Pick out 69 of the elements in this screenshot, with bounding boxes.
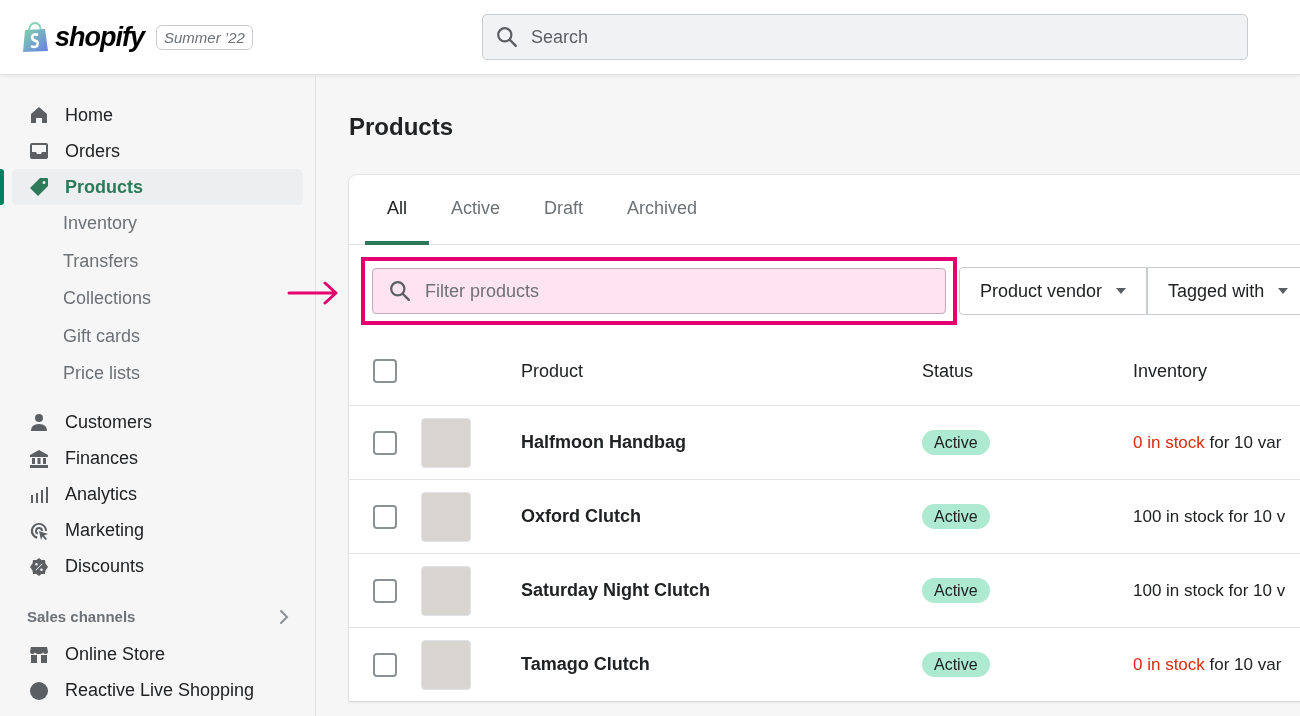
edition-badge: Summer ’22 [156, 24, 253, 50]
tab[interactable]: Archived [605, 175, 720, 245]
annotation-arrow [287, 281, 339, 305]
inventory-text: 0 in stock for 10 var [1133, 433, 1282, 452]
sidebar-item[interactable]: Home [12, 97, 303, 133]
sidebar-subitem[interactable]: Transfers [0, 242, 303, 280]
status-badge: Active [922, 652, 990, 677]
photo-placeholder [421, 417, 471, 468]
discount-badge-icon [29, 556, 49, 577]
sidebar-item[interactable]: Products [12, 169, 303, 205]
sidebar-item[interactable]: Analytics [12, 476, 303, 513]
home-icon [29, 105, 49, 125]
filter-dropdown-button[interactable]: Tagged with [1147, 267, 1300, 315]
sidebar-item[interactable]: Discounts [12, 548, 303, 585]
product-name[interactable]: Tamago Clutch [521, 654, 650, 674]
page-title: Products [349, 113, 454, 141]
inventory-text: 0 in stock for 10 var [1133, 655, 1282, 674]
select-all-checkbox[interactable] [373, 359, 397, 383]
status-badge: Active [922, 430, 990, 455]
sidebar-subitem[interactable]: Price lists [0, 355, 303, 393]
search-field[interactable]: Search [482, 14, 1248, 60]
section-heading: Sales channels [27, 608, 136, 625]
sidebar-item[interactable]: Customers [12, 404, 303, 441]
person-icon [29, 412, 49, 433]
cursor-target-icon [29, 520, 49, 541]
status-badge: Active [922, 504, 990, 529]
product-name[interactable]: Halfmoon Handbag [521, 432, 686, 452]
bank-icon [29, 448, 49, 469]
caret-down-icon [1116, 288, 1127, 294]
row-checkbox[interactable] [373, 578, 397, 603]
sidebar-subitem[interactable]: Collections [0, 280, 303, 318]
sidebar-item[interactable]: Reactive Live Shopping [12, 672, 303, 709]
tab[interactable]: All [365, 175, 429, 245]
inventory-text: 100 in stock for 10 v [1133, 581, 1286, 600]
caret-down-icon [1278, 288, 1289, 294]
shopping-bag-logo-icon [21, 21, 49, 53]
chevron-right-icon[interactable] [279, 608, 289, 625]
bar-chart-icon [29, 484, 49, 505]
filter-field[interactable]: Filter products [372, 268, 946, 314]
row-checkbox[interactable] [373, 430, 397, 455]
app-icon [29, 680, 49, 701]
inbox-tray-icon [29, 141, 49, 161]
search-icon [496, 26, 518, 48]
product-name[interactable]: Saturday Night Clutch [521, 580, 710, 600]
search-icon [389, 280, 411, 302]
photo-placeholder [421, 639, 471, 690]
column-header: Product [521, 360, 584, 381]
column-header: Inventory [1133, 360, 1208, 381]
photo-placeholder [421, 491, 471, 542]
photo-placeholder [421, 565, 471, 616]
logo-wordmark: shopify [55, 21, 144, 53]
tab[interactable]: Active [429, 175, 523, 245]
selection-indicator [0, 169, 4, 205]
sidebar-item[interactable]: Marketing [12, 512, 303, 549]
sidebar-item[interactable]: Orders [12, 133, 303, 169]
column-header: Status [922, 360, 974, 381]
tab[interactable]: Draft [522, 175, 606, 245]
product-name[interactable]: Oxford Clutch [521, 506, 641, 526]
filter-dropdown-button[interactable]: Product vendor [959, 267, 1148, 315]
sidebar-subitem[interactable]: Gift cards [0, 317, 303, 355]
storefront-icon [29, 644, 49, 665]
sidebar-item[interactable]: Online Store [12, 636, 303, 673]
row-checkbox[interactable] [373, 652, 397, 677]
status-badge: Active [922, 578, 990, 603]
tag-icon [29, 177, 49, 197]
row-checkbox[interactable] [373, 504, 397, 529]
inventory-text: 100 in stock for 10 v [1133, 507, 1286, 526]
sidebar-subitem[interactable]: Inventory [0, 205, 303, 243]
sidebar-item[interactable]: Finances [12, 440, 303, 477]
